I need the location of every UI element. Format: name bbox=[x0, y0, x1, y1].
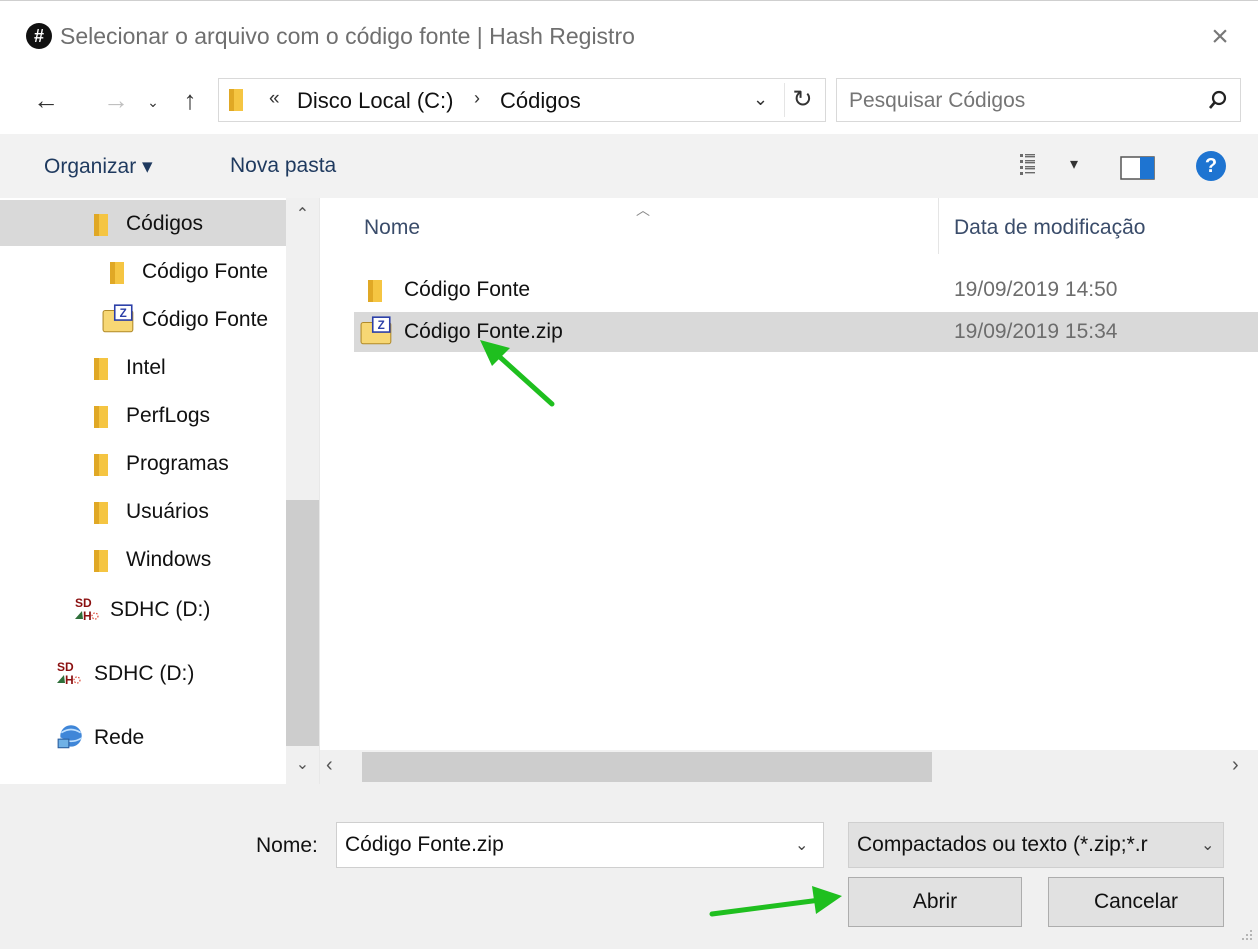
column-header-name[interactable]: Nome bbox=[364, 216, 420, 240]
nav-scrollbar[interactable]: ⌃ ⌄ bbox=[286, 198, 319, 784]
scroll-thumb[interactable] bbox=[362, 752, 932, 782]
nav-item-windows[interactable]: Windows bbox=[0, 536, 286, 582]
title-bar: # Selecionar o arquivo com o código font… bbox=[0, 0, 1258, 76]
file-name-combobox[interactable]: Código Fonte.zip ⌄ bbox=[336, 822, 824, 868]
chevron-down-icon[interactable]: ⌄ bbox=[1197, 835, 1215, 855]
search-icon[interactable] bbox=[1205, 87, 1231, 113]
nav-item-label: Intel bbox=[126, 356, 166, 379]
column-header-date[interactable]: Data de modificação bbox=[954, 216, 1145, 240]
sort-ascending-icon: ︿ bbox=[636, 202, 650, 218]
change-view-button[interactable]: ▾ bbox=[1018, 152, 1088, 182]
organize-button[interactable]: Organizar ▾ bbox=[44, 154, 153, 179]
nav-item-label: Código Fonte bbox=[142, 260, 269, 283]
scroll-left-button[interactable]: ‹ bbox=[326, 754, 333, 777]
file-type-select[interactable]: Compactados ou texto (*.zip;*.r ⌄ bbox=[848, 822, 1224, 868]
nav-item-label: Windows bbox=[126, 548, 212, 571]
folder-icon bbox=[366, 279, 386, 303]
file-date: 19/09/2019 15:34 bbox=[954, 320, 1118, 343]
nav-item-codigos[interactable]: Códigos bbox=[0, 200, 286, 246]
command-toolbar: Organizar ▾ Nova pasta ▾ ? bbox=[0, 134, 1258, 198]
scroll-up-button[interactable]: ⌃ bbox=[286, 204, 319, 224]
nav-item-label: Código Fonte bbox=[142, 308, 269, 331]
nav-item-rede[interactable]: Rede bbox=[0, 714, 286, 760]
file-type-value: Compactados ou texto (*.zip;*.r bbox=[857, 833, 1148, 856]
nav-item-label: Rede bbox=[94, 726, 145, 749]
folder-icon bbox=[92, 501, 112, 525]
resize-grip-icon[interactable] bbox=[1238, 926, 1254, 942]
window-title: Selecionar o arquivo com o código fonte … bbox=[60, 23, 635, 49]
preview-pane-icon[interactable] bbox=[1120, 154, 1156, 182]
file-date: 19/09/2019 14:50 bbox=[954, 278, 1118, 301]
sd-card-icon bbox=[74, 595, 100, 621]
refresh-button[interactable]: ↻ bbox=[784, 83, 820, 117]
nav-item-perflogs[interactable]: PerfLogs bbox=[0, 392, 286, 438]
close-button[interactable]: × bbox=[1196, 15, 1244, 59]
open-button[interactable]: Abrir bbox=[848, 877, 1022, 927]
nav-item-sdhc-d-2[interactable]: SDHC (D:) bbox=[0, 650, 286, 696]
zip-folder-icon bbox=[102, 304, 136, 334]
help-icon[interactable]: ? bbox=[1196, 151, 1226, 181]
nav-item-intel[interactable]: Intel bbox=[0, 344, 286, 390]
folder-icon bbox=[92, 213, 112, 237]
scroll-right-button[interactable]: › bbox=[1232, 754, 1239, 777]
nav-item-programas[interactable]: Programas bbox=[0, 440, 286, 486]
breadcrumb-disco-local[interactable]: Disco Local (C:) bbox=[297, 88, 453, 114]
chevron-down-icon[interactable]: ⌄ bbox=[795, 835, 808, 855]
nav-item-codigo-fonte-zip[interactable]: Código Fonte bbox=[0, 296, 286, 342]
folder-icon bbox=[92, 549, 112, 573]
nav-item-label: Códigos bbox=[126, 212, 204, 235]
breadcrumb-separator[interactable]: › bbox=[474, 88, 480, 109]
bottom-panel: Nome: Código Fonte.zip ⌄ Compactados ou … bbox=[0, 784, 1258, 949]
breadcrumb-overflow-button[interactable]: « bbox=[269, 88, 280, 110]
nav-item-label: SDHC (D:) bbox=[110, 598, 211, 621]
annotation-arrow-icon bbox=[709, 886, 842, 917]
scroll-thumb[interactable] bbox=[286, 500, 319, 746]
file-name: Código Fonte bbox=[404, 278, 531, 301]
back-button[interactable]: ← bbox=[28, 80, 64, 120]
file-list[interactable]: ︿ Nome Data de modificação Código Fonte … bbox=[320, 198, 1258, 784]
new-folder-button[interactable]: Nova pasta bbox=[230, 154, 336, 178]
search-input[interactable] bbox=[849, 89, 1189, 113]
nav-item-sdhc-d-1[interactable]: SDHC (D:) bbox=[0, 586, 286, 632]
cancel-button[interactable]: Cancelar bbox=[1048, 877, 1224, 927]
file-row-codigo-fonte[interactable]: Código Fonte 19/09/2019 14:50 bbox=[354, 270, 1258, 310]
nav-item-label: SDHC (D:) bbox=[94, 662, 195, 685]
file-name-input[interactable]: Código Fonte.zip bbox=[345, 833, 504, 857]
forward-button[interactable]: → bbox=[98, 80, 134, 120]
app-hash-icon: # bbox=[26, 23, 52, 49]
folder-icon bbox=[92, 453, 112, 477]
up-button[interactable]: ↑ bbox=[172, 80, 208, 120]
network-icon bbox=[56, 724, 86, 750]
file-name-label: Nome: bbox=[256, 834, 318, 857]
scroll-down-button[interactable]: ⌄ bbox=[286, 754, 319, 774]
nav-item-usuarios[interactable]: Usuários bbox=[0, 488, 286, 534]
nav-item-label: Usuários bbox=[126, 500, 209, 523]
column-divider[interactable] bbox=[938, 198, 939, 254]
folder-icon bbox=[108, 261, 128, 285]
nav-item-label: Programas bbox=[126, 452, 229, 475]
annotation-arrow-icon bbox=[480, 340, 555, 407]
list-view-icon bbox=[1020, 154, 1035, 175]
address-bar[interactable]: « Disco Local (C:) › Códigos ⌄ ↻ bbox=[218, 78, 826, 122]
address-dropdown-button[interactable]: ⌄ bbox=[753, 89, 768, 110]
nav-item-codigo-fonte-folder[interactable]: Código Fonte bbox=[0, 248, 286, 294]
view-dropdown-arrow[interactable]: ▾ bbox=[1070, 154, 1078, 174]
navigation-pane[interactable]: Códigos Código Fonte Código Fonte Intel … bbox=[0, 198, 320, 784]
search-box[interactable] bbox=[836, 78, 1241, 122]
nav-item-label: PerfLogs bbox=[126, 404, 211, 427]
folder-icon bbox=[92, 405, 112, 429]
recent-locations-button[interactable]: ⌄ bbox=[142, 82, 164, 122]
zip-folder-icon bbox=[360, 316, 394, 346]
folder-icon bbox=[227, 88, 247, 112]
breadcrumb-codigos[interactable]: Códigos bbox=[500, 88, 581, 114]
horizontal-scrollbar[interactable]: ‹ › bbox=[320, 750, 1258, 784]
sd-card-icon bbox=[56, 659, 82, 685]
folder-icon bbox=[92, 357, 112, 381]
